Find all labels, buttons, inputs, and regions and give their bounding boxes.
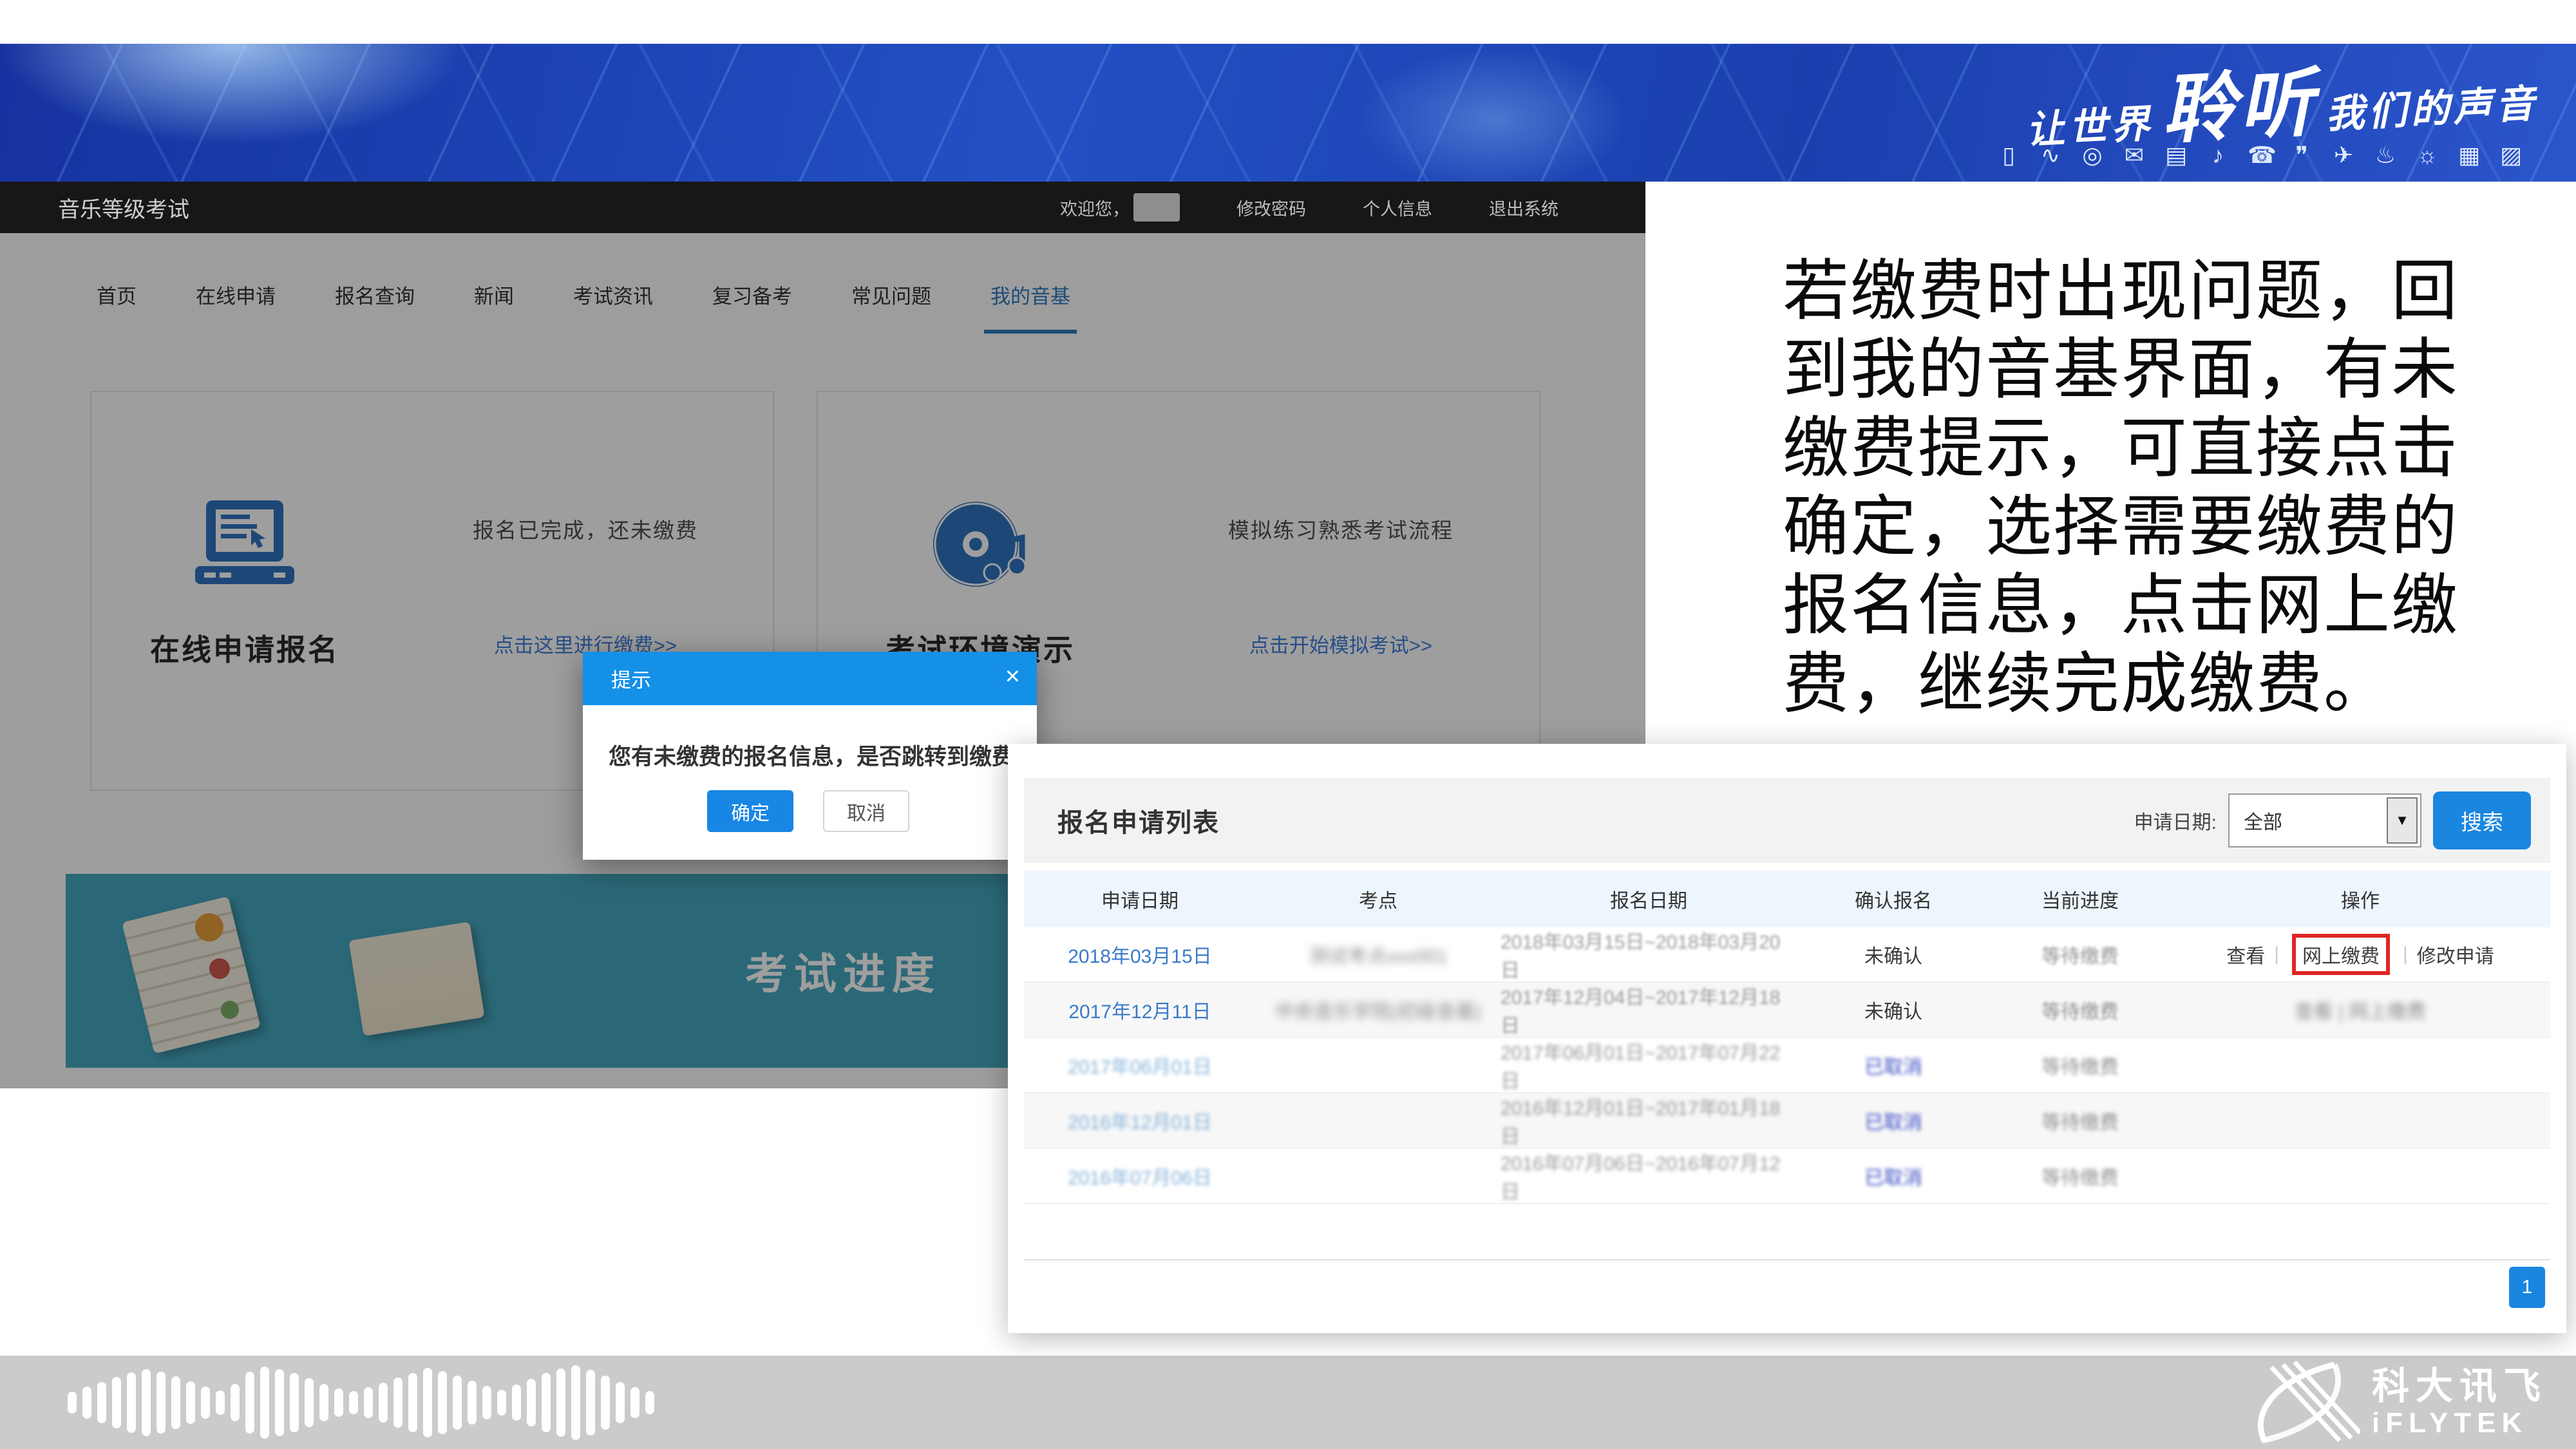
- music-note-icon: ♪: [2206, 142, 2230, 169]
- separator: |: [2274, 943, 2279, 965]
- panel-title: 报名申请列表: [1057, 802, 1220, 839]
- iflytek-logo: 科大讯飞 iFLYTEK: [2238, 1356, 2547, 1449]
- confirm-status[interactable]: 已取消: [1864, 1051, 1922, 1079]
- dialog-header: 提示 ×: [583, 652, 1037, 705]
- application-date-link[interactable]: 2016年07月06日: [1068, 1162, 1211, 1190]
- topbar-link[interactable]: 个人信息: [1363, 195, 1432, 220]
- topbar-right: 欢迎您， 修改密码 个人信息 退出系统: [1060, 193, 1558, 222]
- application-list-panel: 报名申请列表 申请日期: 全部 ▼ 搜索 申请日期考点报名日期确认报名当前进度操…: [1008, 744, 2566, 1333]
- slide: 让世界 聆听 我们的声音 ▯∿◎✉▤♪☎❞✈♨☼▦▨ 音乐等级考试 欢迎您， 修…: [0, 0, 2576, 1449]
- application-date-link[interactable]: 2018年03月15日: [1068, 940, 1211, 969]
- instruction-line: 若缴费时出现问题，回: [1783, 252, 2562, 331]
- iflytek-swoosh-icon: [2238, 1361, 2360, 1444]
- table-body: 2018年03月15日 测试考点xxx001 2018年03月15日~2018年03…: [1024, 927, 2550, 1204]
- registration-period: 2018年03月15日~2018年03月20日: [1501, 926, 1797, 983]
- instruction-line: 缴费提示，可直接点击: [1783, 410, 2562, 488]
- action-link[interactable]: 查看: [2226, 940, 2265, 969]
- fuel-icon: ▨: [2499, 142, 2523, 169]
- column-header: 操作: [2170, 885, 2550, 913]
- plane-icon: ✈: [2331, 142, 2356, 169]
- app-title: 音乐等级考试: [58, 192, 189, 223]
- table-row: 2017年06月01日 2017年06月01日~2017年07月22日 已取消 等待缴…: [1024, 1038, 2550, 1094]
- cart-icon: ▦: [2457, 142, 2481, 169]
- mic-icon: ♨: [2373, 142, 2398, 169]
- application-table: 申请日期考点报名日期确认报名当前进度操作 2018年03月15日 测试考点xxx0…: [1024, 871, 2550, 1204]
- select-value: 全部: [2244, 806, 2282, 835]
- search-button[interactable]: 搜索: [2433, 791, 2531, 849]
- table-row: 2016年07月06日 2016年07月06日~2016年07月12日 已取消 等待缴…: [1024, 1149, 2550, 1204]
- instruction-line: 确定，选择需要缴费的: [1783, 488, 2562, 567]
- mail-icon: ✉: [2122, 142, 2146, 169]
- exam-site-text: 测试考点xxx001: [1309, 940, 1447, 969]
- panel-header: 报名申请列表 申请日期: 全部 ▼ 搜索: [1024, 778, 2550, 863]
- brand-cn: 科大讯飞: [2372, 1368, 2547, 1405]
- chat-icon: ❞: [2289, 142, 2314, 169]
- confirm-status: 未确认: [1864, 996, 1922, 1024]
- registration-period: 2017年06月01日~2017年07月22日: [1501, 1037, 1797, 1094]
- application-date-link[interactable]: 2016年12月01日: [1068, 1106, 1211, 1135]
- pagination-page-1[interactable]: 1: [2509, 1267, 2545, 1308]
- sun-icon: ☼: [2415, 142, 2439, 169]
- progress-status: 等待缴费: [2041, 1106, 2119, 1135]
- separator: |: [2403, 943, 2408, 965]
- confirm-status[interactable]: 已取消: [1864, 1162, 1922, 1190]
- phone-icon: ▯: [1996, 142, 2021, 169]
- table-row: 2017年12月11日 中央音乐学院(初级音基) 2017年12月04日~2017年…: [1024, 983, 2550, 1038]
- date-select[interactable]: 全部 ▼: [2228, 793, 2421, 848]
- hero-banner: 让世界 聆听 我们的声音 ▯∿◎✉▤♪☎❞✈♨☼▦▨: [0, 44, 2576, 182]
- column-header: 当前进度: [1990, 885, 2170, 913]
- row-actions-blurred: 查看 | 网上缴费: [2295, 996, 2426, 1024]
- dialog-message: 您有未缴费的报名信息，是否跳转到缴费页: [609, 739, 1037, 772]
- progress-status: 等待缴费: [2041, 940, 2119, 969]
- instruction-line: 费，继续完成缴费。: [1783, 645, 2562, 724]
- application-date-link[interactable]: 2017年06月01日: [1068, 1051, 1211, 1079]
- registration-period: 2016年07月06日~2016年07月12日: [1501, 1148, 1797, 1204]
- instruction-text: 若缴费时出现问题，回到我的音基界面，有未缴费提示，可直接点击确定，选择需要缴费的…: [1783, 252, 2562, 724]
- column-header: 报名日期: [1501, 885, 1797, 913]
- confirm-button[interactable]: 确定: [707, 790, 793, 832]
- brand-en: iFLYTEK: [2372, 1409, 2547, 1437]
- column-header: 确认报名: [1797, 885, 1990, 913]
- footer-band: 科大讯飞 iFLYTEK: [0, 1356, 2576, 1449]
- registration-period: 2016年12月01日~2017年01月18日: [1501, 1092, 1797, 1149]
- topbar-link[interactable]: 修改密码: [1236, 195, 1306, 220]
- phone-call-icon: ☎: [2248, 142, 2272, 169]
- instruction-line: 到我的音基界面，有未: [1783, 331, 2562, 410]
- chevron-down-icon[interactable]: ▼: [2387, 797, 2418, 844]
- date-filter: 申请日期: 全部 ▼ 搜索: [2134, 791, 2531, 849]
- soundwave-logo: [68, 1356, 654, 1449]
- progress-status: 等待缴费: [2041, 996, 2119, 1024]
- tv-icon: ▤: [2164, 142, 2188, 169]
- application-date-link[interactable]: 2017年12月11日: [1068, 996, 1211, 1024]
- confirm-status: 未确认: [1864, 940, 1922, 969]
- registration-period: 2017年12月04日~2017年12月18日: [1501, 981, 1797, 1038]
- exam-site-text: 中央音乐学院(初级音基): [1275, 996, 1481, 1024]
- topbar-link[interactable]: 退出系统: [1489, 195, 1558, 220]
- slogan-main: 聆听: [2159, 42, 2318, 158]
- table-row: 2018年03月15日 测试考点xxx001 2018年03月15日~2018年03…: [1024, 927, 2550, 983]
- welcome-text: 欢迎您，: [1060, 193, 1180, 222]
- confirm-status[interactable]: 已取消: [1864, 1106, 1922, 1135]
- table-row: 2016年12月01日 2016年12月01日~2017年01月18日 已取消 等待缴…: [1024, 1094, 2550, 1149]
- progress-status: 等待缴费: [2041, 1051, 2119, 1079]
- slogan-suffix: 我们的声音: [2324, 72, 2539, 139]
- username-redacted: [1133, 193, 1180, 222]
- dialog-title: 提示: [611, 664, 651, 693]
- table-header-row: 申请日期考点报名日期确认报名当前进度操作: [1024, 871, 2550, 927]
- search-icon: ◎: [2080, 142, 2105, 169]
- close-icon[interactable]: ×: [1005, 663, 1020, 689]
- waveform-icon: ∿: [2038, 142, 2063, 169]
- instruction-line: 报名信息，点击网上缴: [1783, 567, 2562, 645]
- cancel-button[interactable]: 取消: [823, 790, 909, 832]
- filter-label: 申请日期:: [2134, 806, 2217, 835]
- action-link[interactable]: 修改申请: [2417, 940, 2494, 969]
- app-topbar: 音乐等级考试 欢迎您， 修改密码 个人信息 退出系统: [0, 182, 1645, 233]
- hero-icon-row: ▯ ∿ ◎ ✉ ▤ ♪ ☎ ❞ ✈ ♨ ☼ ▦ ▨: [1996, 142, 2523, 169]
- progress-status: 等待缴费: [2041, 1162, 2119, 1190]
- column-header: 申请日期: [1024, 885, 1256, 913]
- column-header: 考点: [1256, 885, 1501, 913]
- pay-online-link[interactable]: 网上缴费: [2292, 934, 2390, 975]
- unpaid-dialog: 提示 × 您有未缴费的报名信息，是否跳转到缴费页 确定 取消: [583, 652, 1037, 860]
- divider: [1024, 1259, 2550, 1260]
